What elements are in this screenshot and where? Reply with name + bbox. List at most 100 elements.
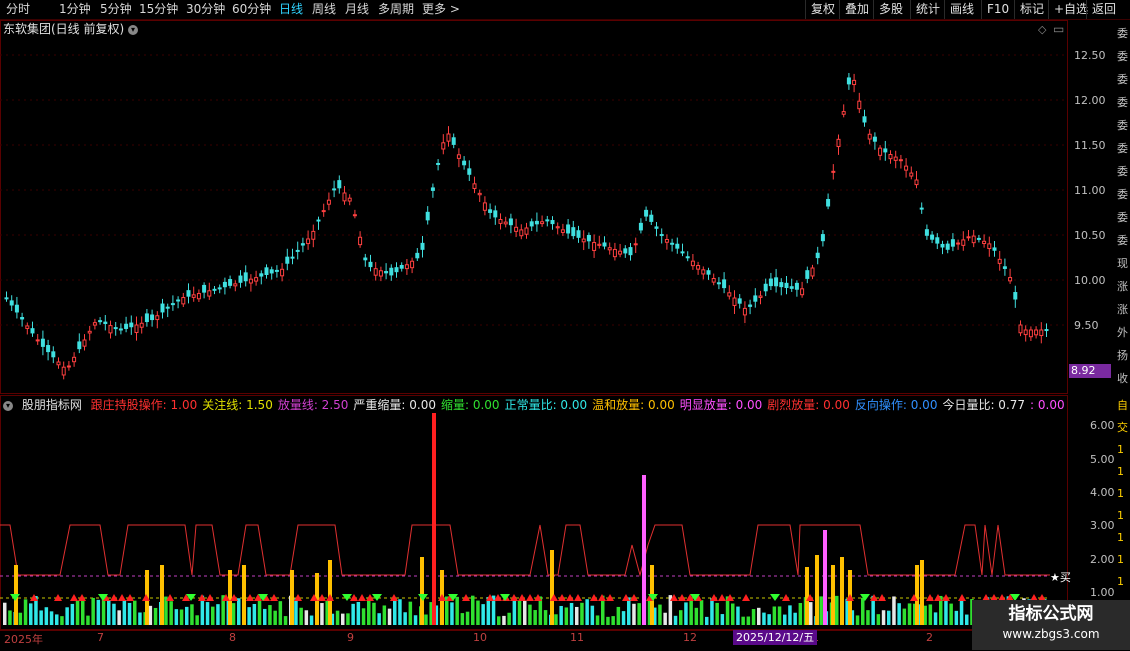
period-tab-60min[interactable]: 60分钟 bbox=[232, 1, 271, 17]
candle-body bbox=[394, 267, 399, 273]
candle-body bbox=[456, 154, 461, 159]
period-tab-15min[interactable]: 15分钟 bbox=[139, 1, 178, 17]
volume-bar bbox=[70, 603, 75, 625]
multi-stock-button[interactable]: 多股 bbox=[873, 0, 908, 19]
period-tab-weekly[interactable]: 周线 bbox=[312, 1, 336, 17]
volume-bar bbox=[497, 616, 501, 625]
candle-body bbox=[768, 278, 773, 287]
volume-bar bbox=[897, 603, 901, 625]
volume-bar bbox=[81, 598, 85, 625]
volume-bar bbox=[49, 611, 54, 625]
volume-bar bbox=[954, 610, 959, 625]
draw-line-button[interactable]: 画线 bbox=[944, 0, 979, 19]
period-tab-5min[interactable]: 5分钟 bbox=[100, 1, 132, 17]
candle-body bbox=[285, 256, 290, 264]
candle-body bbox=[181, 297, 186, 305]
candle-body bbox=[233, 283, 238, 287]
indicator-axis-label: 1.00 bbox=[1090, 586, 1115, 599]
candle-body bbox=[280, 268, 285, 277]
candle-body bbox=[919, 207, 924, 210]
volume-bar bbox=[273, 610, 277, 625]
candle-body bbox=[212, 288, 217, 291]
candle-body bbox=[992, 247, 997, 251]
statistics-button[interactable]: 统计 bbox=[910, 0, 945, 19]
volume-bar bbox=[65, 607, 69, 625]
volume-bar bbox=[403, 612, 407, 625]
candle-body bbox=[566, 224, 571, 234]
volume-bar bbox=[663, 612, 667, 625]
date-label: 11 bbox=[570, 631, 584, 644]
candle-body bbox=[722, 279, 727, 289]
volume-bar bbox=[205, 602, 210, 625]
volume-bar bbox=[788, 605, 792, 625]
candle-body bbox=[685, 256, 690, 259]
volume-bar bbox=[533, 610, 537, 625]
candle-body bbox=[14, 304, 19, 313]
candle-body bbox=[352, 214, 357, 217]
candle-body bbox=[155, 315, 160, 321]
candle-body bbox=[576, 230, 581, 238]
candle-body bbox=[976, 237, 981, 240]
period-tab-more[interactable]: 更多 > bbox=[422, 1, 460, 17]
volume-bar bbox=[746, 616, 751, 625]
candle-body bbox=[207, 290, 212, 297]
candle-body bbox=[675, 243, 680, 249]
volume-bar bbox=[247, 607, 251, 625]
period-tab-multi[interactable]: 多周期 bbox=[378, 1, 414, 17]
candle-body bbox=[638, 222, 643, 231]
volume-bar bbox=[455, 596, 459, 625]
volume-bar bbox=[361, 608, 366, 625]
candle-body bbox=[758, 295, 763, 298]
mark-button[interactable]: 标记 bbox=[1014, 0, 1049, 19]
period-tab-1min[interactable]: 1分钟 bbox=[59, 1, 91, 17]
price-axis-label: 11.50 bbox=[1074, 139, 1106, 152]
price-axis-label: 11.00 bbox=[1074, 184, 1106, 197]
volume-spike-bar bbox=[831, 565, 835, 625]
volume-bar bbox=[616, 606, 621, 625]
volume-spike-bar bbox=[815, 555, 819, 625]
volume-bar bbox=[18, 612, 23, 625]
volume-bar bbox=[502, 615, 506, 625]
date-label: 8 bbox=[229, 631, 236, 644]
volume-bar bbox=[798, 603, 803, 625]
volume-bar bbox=[517, 600, 522, 625]
candle-body bbox=[228, 279, 233, 286]
volume-spike-bar bbox=[915, 565, 919, 625]
volume-bar bbox=[569, 602, 574, 625]
candle-body bbox=[924, 229, 929, 236]
volume-bar bbox=[117, 610, 121, 625]
candle-body bbox=[852, 79, 857, 86]
candle-body bbox=[467, 168, 472, 175]
volume-bar bbox=[699, 600, 704, 625]
adjust-button[interactable]: 复权 bbox=[805, 0, 840, 19]
period-tab-fenshi[interactable]: 分时 bbox=[6, 1, 30, 17]
overlay-button[interactable]: 叠加 bbox=[839, 0, 874, 19]
candle-body bbox=[1023, 329, 1028, 336]
candle-body bbox=[789, 286, 794, 289]
watermark-url: www.zbgs3.com bbox=[1002, 627, 1100, 641]
candle-body bbox=[134, 324, 139, 333]
volume-bar bbox=[96, 599, 101, 625]
candle-body bbox=[690, 260, 695, 267]
candle-body bbox=[503, 221, 508, 225]
volume-bar bbox=[543, 610, 548, 625]
period-toolbar: 分时 1分钟 5分钟 15分钟 30分钟 60分钟 日线 周线 月线 多周期 更… bbox=[0, 0, 1130, 20]
volume-spike-bar bbox=[420, 557, 424, 625]
volume-bar bbox=[471, 595, 475, 625]
candle-body bbox=[316, 219, 321, 222]
period-tab-daily[interactable]: 日线 bbox=[279, 1, 303, 17]
period-tab-monthly[interactable]: 月线 bbox=[345, 1, 369, 17]
volume-bar bbox=[585, 599, 589, 625]
period-tab-30min[interactable]: 30分钟 bbox=[186, 1, 225, 17]
strip-char: 1 bbox=[1117, 531, 1124, 544]
volume-bar bbox=[819, 596, 823, 625]
f10-button[interactable]: F10 bbox=[981, 0, 1014, 19]
volume-bar bbox=[632, 603, 636, 625]
volume-bar bbox=[382, 605, 387, 625]
date-label: 10 bbox=[473, 631, 487, 644]
candle-body bbox=[607, 247, 612, 251]
back-button[interactable]: 返回 bbox=[1086, 0, 1121, 19]
date-label: 7 bbox=[97, 631, 104, 644]
candle-body bbox=[904, 165, 909, 171]
candle-body bbox=[862, 116, 867, 123]
